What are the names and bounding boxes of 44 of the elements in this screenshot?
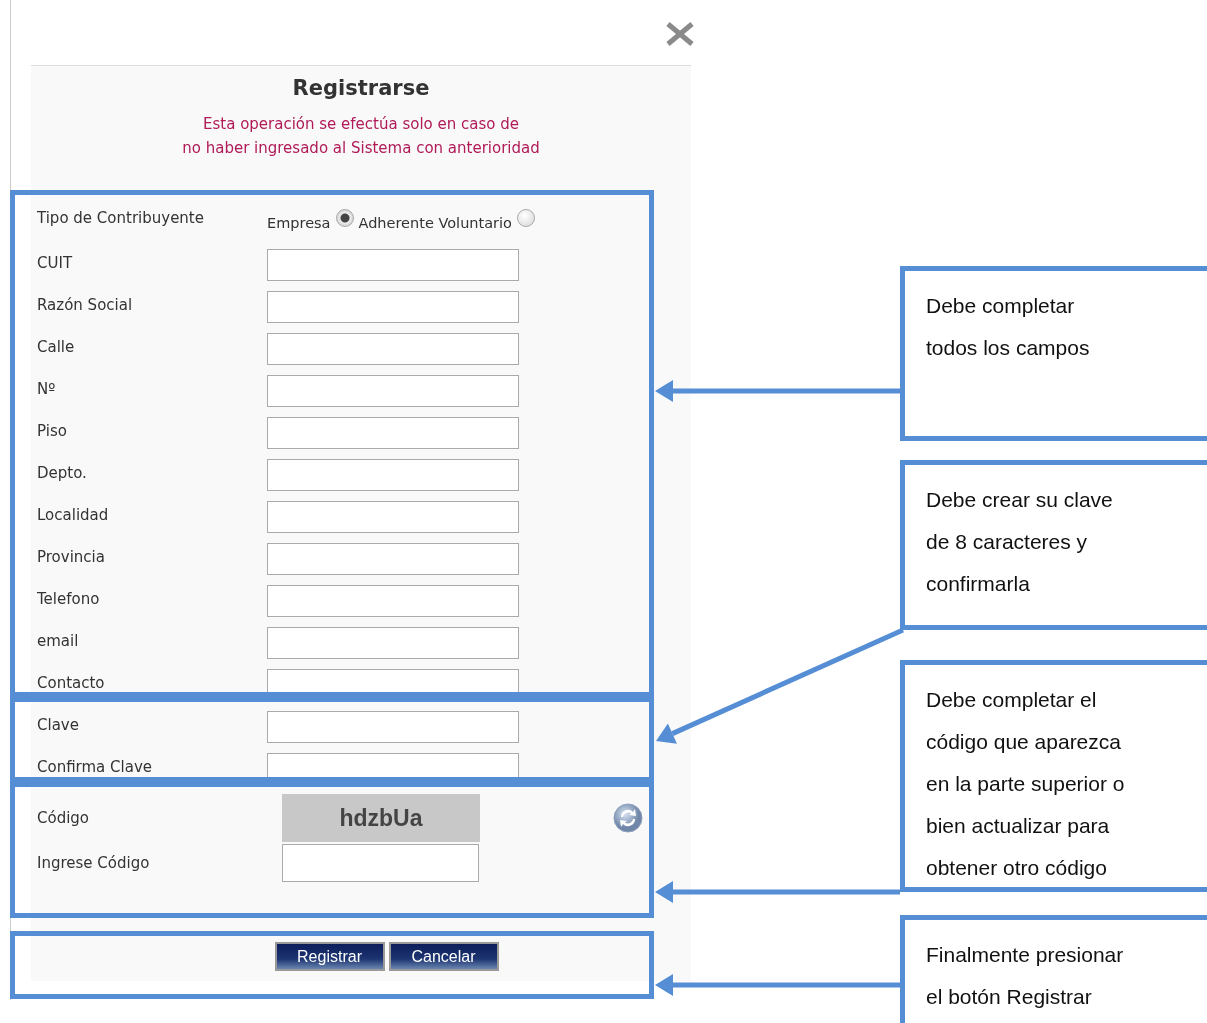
input-field[interactable]	[267, 417, 519, 449]
input-field[interactable]	[267, 333, 519, 365]
callout-text: Debe crear su clave de 8 caracteres y confirmarla	[926, 487, 1114, 597]
close-icon[interactable]	[665, 22, 695, 46]
dialog-title: Registrarse	[291, 75, 431, 101]
field-label: Contacto	[36, 675, 106, 691]
input-field[interactable]	[267, 291, 519, 323]
field-label: Tipo de Contribuyente	[36, 210, 205, 226]
field-label: Código	[36, 810, 91, 826]
radio-label: Empresa	[267, 215, 331, 231]
callout-text: Finalmente presionar el botón Registrar	[926, 942, 1125, 1010]
field-label: Confirma Clave	[36, 759, 154, 775]
input-field[interactable]	[267, 459, 519, 491]
field-label: email	[36, 633, 80, 649]
radio-label: Adherente Voluntario	[358, 215, 512, 231]
input-field[interactable]	[267, 627, 519, 659]
input-field[interactable]	[282, 844, 479, 882]
dialog-button[interactable]: Cancelar	[388, 942, 499, 971]
callout-text: Debe completar el código que aparezca en la parte superior o bien actualizar para obtener otro código	[926, 687, 1126, 881]
notice-text: no haber ingresado al Sistema con anterioridad	[181, 138, 541, 159]
input-field[interactable]	[267, 543, 519, 575]
radio-button[interactable]	[335, 209, 354, 227]
radio-button[interactable]	[516, 209, 535, 227]
input-field[interactable]	[267, 249, 519, 281]
field-label: Depto.	[36, 465, 88, 481]
field-label: Telefono	[36, 591, 101, 607]
captcha-image: hdzbUa	[282, 794, 480, 842]
field-label: Razón Social	[36, 297, 134, 313]
field-label: Provincia	[36, 549, 106, 565]
field-label: Calle	[36, 339, 76, 355]
field-label: Nº	[36, 381, 57, 397]
input-field[interactable]	[267, 501, 519, 533]
field-label: Piso	[36, 423, 68, 439]
notice-text: Esta operación se efectúa solo en caso de	[202, 114, 520, 135]
callout-text: Debe completar todos los campos	[926, 293, 1091, 361]
dialog-button[interactable]: Registrar	[274, 942, 385, 971]
input-field[interactable]	[267, 375, 519, 407]
input-field[interactable]	[267, 711, 519, 743]
field-label: Clave	[36, 717, 80, 733]
refresh-icon[interactable]	[613, 803, 643, 833]
field-label: Localidad	[36, 507, 110, 523]
field-label: Ingrese Código	[36, 855, 151, 871]
input-field[interactable]	[267, 585, 519, 617]
field-label: CUIT	[36, 255, 74, 271]
